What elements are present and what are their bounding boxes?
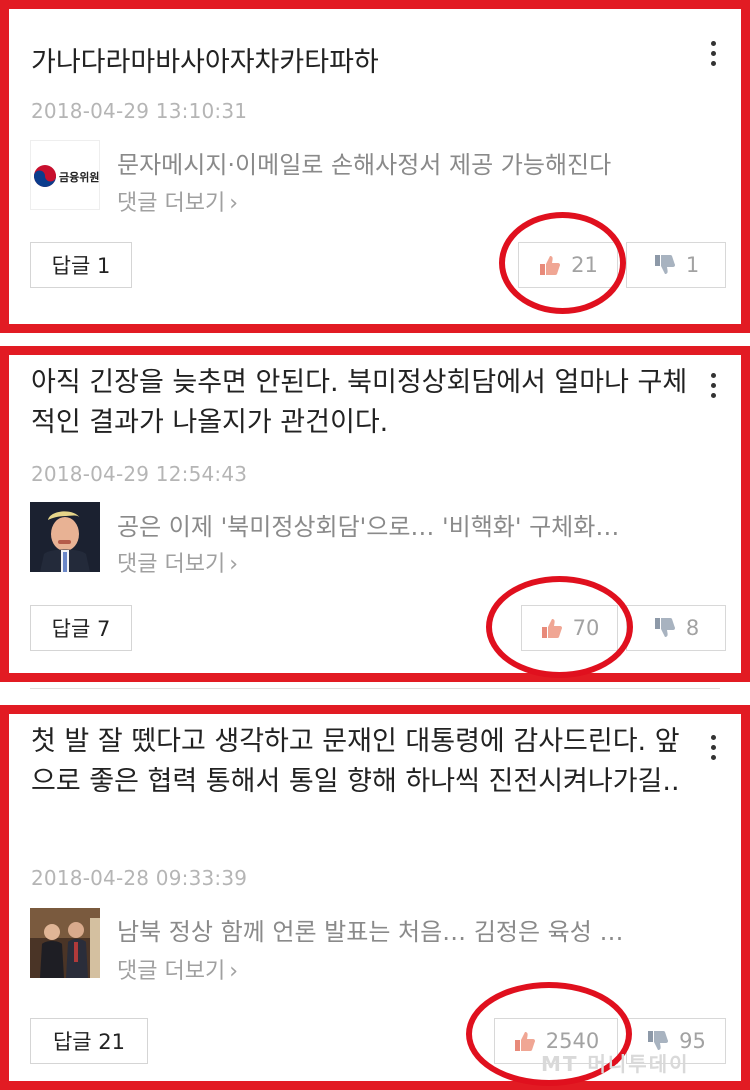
news-title[interactable]: 남북 정상 함께 언론 발표는 처음… 김정은 육성 … <box>117 912 712 947</box>
chevron-right-icon: › <box>229 959 239 984</box>
fsc-logo-icon: 금융위원회 <box>34 165 100 187</box>
news-thumbnail[interactable]: 금융위원회 <box>30 140 100 210</box>
like-count: 70 <box>572 616 600 640</box>
news-thumbnail[interactable] <box>30 502 100 572</box>
news-photo-icon <box>30 502 100 572</box>
like-count: 21 <box>571 253 598 277</box>
dislike-count: 8 <box>685 616 700 640</box>
more-comments-link[interactable]: 댓글 더보기 › <box>117 546 238 578</box>
comment-timestamp: 2018-04-28 09:33:39 <box>31 866 248 890</box>
thumbs-up-icon <box>540 256 561 275</box>
news-thumbnail[interactable] <box>30 908 100 978</box>
more-comments-label: 댓글 더보기 <box>117 959 226 984</box>
chevron-right-icon: › <box>229 191 239 216</box>
reply-button[interactable]: 답글 1 <box>30 242 132 288</box>
comment-card: 아직 긴장을 늦추면 안된다. 북미정상회담에서 얼마나 구체적인 결과가 나올… <box>0 346 750 682</box>
comment-list: 가나다라마바사아자차카타파하 2018-04-29 13:10:31 금융위원회… <box>0 0 750 1090</box>
more-vertical-icon[interactable] <box>711 41 717 69</box>
comment-timestamp: 2018-04-29 13:10:31 <box>31 99 248 123</box>
reply-button[interactable]: 답글 7 <box>30 605 132 651</box>
more-comments-label: 댓글 더보기 <box>117 191 226 216</box>
comment-text: 가나다라마바사아자차카타파하 <box>31 47 379 78</box>
thumbs-up-icon <box>514 1032 535 1051</box>
more-comments-link[interactable]: 댓글 더보기 › <box>117 953 238 985</box>
reply-button[interactable]: 답글 21 <box>30 1018 148 1064</box>
thumbs-down-icon <box>654 618 675 637</box>
more-comments-label: 댓글 더보기 <box>117 552 226 577</box>
more-comments-link[interactable]: 댓글 더보기 › <box>117 185 238 217</box>
like-button[interactable]: 70 <box>521 605 618 651</box>
more-vertical-icon[interactable] <box>711 735 717 763</box>
thumbs-down-icon <box>654 255 675 274</box>
watermark: MT 머니투데이 <box>541 1052 690 1076</box>
dislike-button[interactable]: 1 <box>626 242 726 288</box>
comment-timestamp: 2018-04-29 12:54:43 <box>31 462 248 486</box>
like-button[interactable]: 21 <box>518 242 618 288</box>
comment-card: 첫 발 잘 뗐다고 생각하고 문재인 대통령에 감사드린다. 앞으로 좋은 협력… <box>0 705 750 1090</box>
more-vertical-icon[interactable] <box>711 373 717 401</box>
comment-text: 첫 발 잘 뗐다고 생각하고 문재인 대통령에 감사드린다. 앞으로 좋은 협력… <box>31 726 680 797</box>
chevron-right-icon: › <box>229 552 239 577</box>
news-title[interactable]: 공은 이제 '북미정상회담'으로… '비핵화' 구체화… <box>117 507 712 542</box>
dislike-button[interactable]: 8 <box>626 605 726 651</box>
comment-card: 가나다라마바사아자차카타파하 2018-04-29 13:10:31 금융위원회… <box>0 0 750 333</box>
news-photo-icon <box>30 908 100 978</box>
comment-text: 아직 긴장을 늦추면 안된다. 북미정상회담에서 얼마나 구체적인 결과가 나올… <box>31 367 688 438</box>
thumbs-up-icon <box>541 619 562 638</box>
divider <box>30 688 720 689</box>
dislike-count: 1 <box>685 253 700 277</box>
news-title[interactable]: 문자메시지·이메일로 손해사정서 제공 가능해진다 <box>117 145 712 180</box>
svg-text:금융위원회: 금융위원회 <box>59 170 100 184</box>
